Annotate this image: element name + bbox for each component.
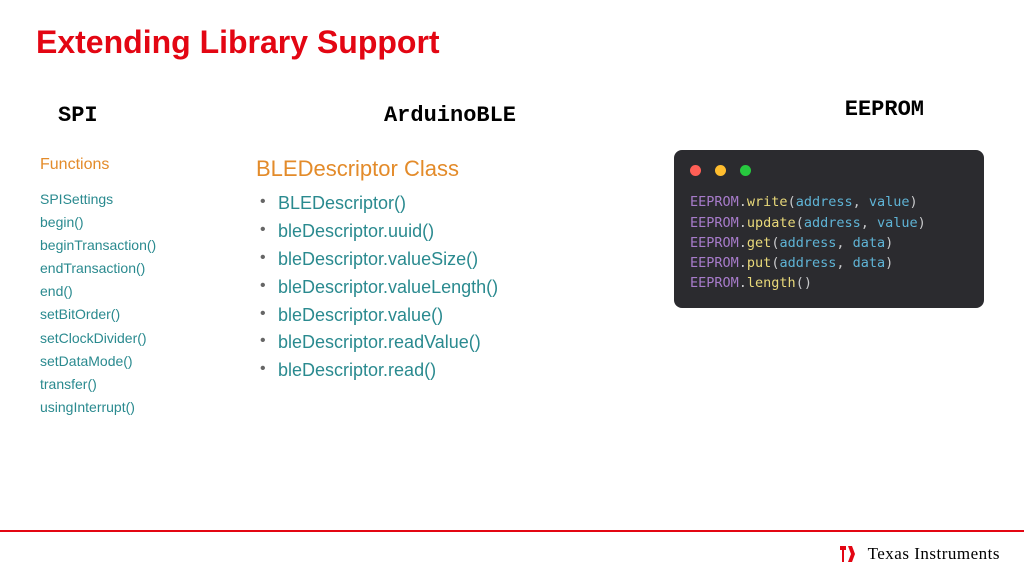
close-icon [690, 165, 701, 176]
list-item: bleDescriptor.readValue() [278, 329, 650, 357]
list-item: end() [40, 280, 240, 303]
list-item: transfer() [40, 373, 240, 396]
list-item: bleDescriptor.valueSize() [278, 246, 650, 274]
terminal-body: EEPROM.write(address, value)EEPROM.updat… [690, 192, 968, 293]
code-line: EEPROM.write(address, value) [690, 192, 968, 212]
footer-divider [0, 530, 1024, 532]
list-item: SPISettings [40, 188, 240, 211]
list-item: setDataMode() [40, 350, 240, 373]
code-line: EEPROM.length() [690, 273, 968, 293]
list-item: bleDescriptor.read() [278, 357, 650, 385]
column-eeprom: EEPROM EEPROM.write(address, value)EEPRO… [660, 103, 984, 419]
ble-method-list: BLEDescriptor() bleDescriptor.uuid() ble… [250, 190, 650, 385]
ble-header: ArduinoBLE [250, 103, 650, 128]
footer: Texas Instruments [836, 542, 1000, 566]
list-item: begin() [40, 211, 240, 234]
spi-function-list: SPISettings begin() beginTransaction() e… [40, 188, 240, 419]
list-item: setBitOrder() [40, 303, 240, 326]
spi-functions-label: Functions [40, 156, 240, 174]
eeprom-header: EEPROM [660, 97, 984, 122]
list-item: bleDescriptor.value() [278, 302, 650, 330]
list-item: usingInterrupt() [40, 396, 240, 419]
list-item: bleDescriptor.uuid() [278, 218, 650, 246]
footer-brand: Texas Instruments [868, 544, 1000, 564]
column-spi: SPI Functions SPISettings begin() beginT… [40, 103, 240, 419]
minimize-icon [715, 165, 726, 176]
list-item: setClockDivider() [40, 327, 240, 350]
column-arduinoble: ArduinoBLE BLEDescriptor Class BLEDescri… [250, 103, 650, 419]
spi-header: SPI [40, 103, 240, 128]
ble-class-title: BLEDescriptor Class [256, 156, 650, 182]
maximize-icon [740, 165, 751, 176]
code-line: EEPROM.update(address, value) [690, 213, 968, 233]
content-columns: SPI Functions SPISettings begin() beginT… [0, 103, 1024, 419]
list-item: BLEDescriptor() [278, 190, 650, 218]
code-line: EEPROM.get(address, data) [690, 233, 968, 253]
list-item: beginTransaction() [40, 234, 240, 257]
eeprom-code-terminal: EEPROM.write(address, value)EEPROM.updat… [674, 150, 984, 308]
terminal-window-controls [690, 162, 968, 182]
slide-title: Extending Library Support [0, 0, 1024, 61]
ti-logo-icon [836, 542, 860, 566]
list-item: endTransaction() [40, 257, 240, 280]
list-item: bleDescriptor.valueLength() [278, 274, 650, 302]
code-line: EEPROM.put(address, data) [690, 253, 968, 273]
